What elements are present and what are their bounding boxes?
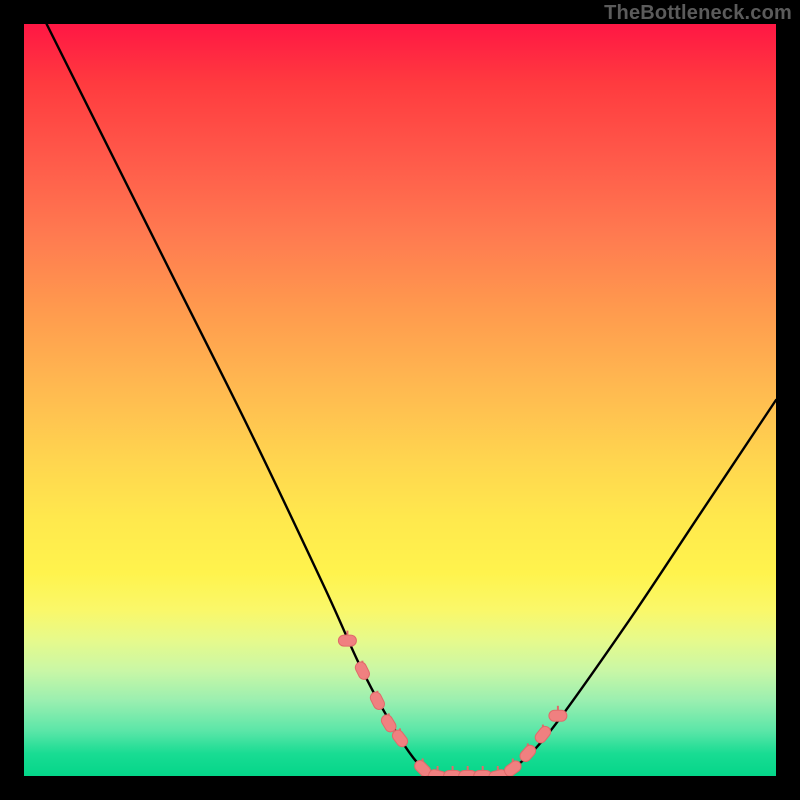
watermark-text: TheBottleneck.com: [604, 2, 792, 25]
data-marker: [518, 743, 538, 764]
chart-frame: [24, 24, 776, 776]
data-marker: [338, 635, 356, 646]
data-marker: [368, 690, 386, 711]
marker-group: [338, 635, 567, 776]
data-marker: [549, 710, 567, 721]
bottleneck-curve: [47, 24, 776, 776]
data-marker: [353, 660, 371, 681]
data-marker: [533, 724, 553, 745]
chart-svg: [24, 24, 776, 776]
